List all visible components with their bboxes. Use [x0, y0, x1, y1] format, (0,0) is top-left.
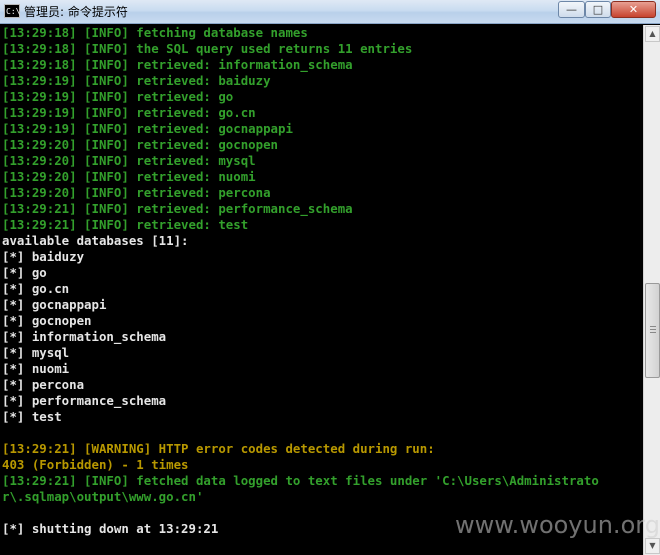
console-line: available databases [11]:: [2, 233, 189, 248]
console-line: [*] information_schema: [2, 329, 167, 344]
console-line: [*] performance_schema: [2, 393, 167, 408]
minimize-button[interactable]: —: [558, 1, 585, 18]
console-line: [*] gocnappapi: [2, 297, 107, 312]
grip-line: [650, 326, 656, 327]
vertical-scrollbar[interactable]: ▲ ▼: [643, 25, 660, 555]
console-output[interactable]: [13:29:18] [INFO] fetching database name…: [2, 25, 643, 555]
console-line: r\.sqlmap\output\www.go.cn': [2, 489, 204, 504]
console-line: [*] go: [2, 265, 47, 280]
console-line: [13:29:20] [INFO] retrieved: mysql: [2, 153, 256, 168]
console-line: [13:29:21] [INFO] retrieved: test: [2, 217, 249, 232]
console-line: [13:29:20] [INFO] retrieved: gocnopen: [2, 137, 279, 152]
console-line: [13:29:21] [WARNING] HTTP error codes de…: [2, 441, 435, 456]
close-button[interactable]: ✕: [611, 1, 656, 18]
scroll-up-arrow-icon[interactable]: ▲: [645, 26, 660, 42]
console-line: [*] percona: [2, 377, 85, 392]
cmd-icon: C:\: [4, 4, 20, 18]
console-line: [*] go.cn: [2, 281, 70, 296]
console-line: [13:29:19] [INFO] retrieved: go.cn: [2, 105, 256, 120]
scroll-thumb[interactable]: [645, 283, 660, 378]
watermark: www.wooyun.org: [455, 511, 660, 539]
console-line: 403 (Forbidden) - 1 times: [2, 457, 189, 472]
console-line: [13:29:20] [INFO] retrieved: percona: [2, 185, 271, 200]
console-line: [*] mysql: [2, 345, 70, 360]
console-line: [13:29:21] [INFO] retrieved: performance…: [2, 201, 353, 216]
window-title: 管理员: 命令提示符: [24, 5, 128, 19]
console-line: [*] test: [2, 409, 62, 424]
title-bar[interactable]: C:\ 管理员: 命令提示符 — □ ✕: [0, 0, 660, 24]
console-line: [13:29:19] [INFO] retrieved: gocnappapi: [2, 121, 293, 136]
console-line: [13:29:18] [INFO] fetching database name…: [2, 25, 308, 40]
console-line: [13:29:21] [INFO] fetched data logged to…: [2, 473, 599, 488]
console-line: [*] baiduzy: [2, 249, 85, 264]
maximize-button[interactable]: □: [585, 1, 611, 18]
scroll-down-arrow-icon[interactable]: ▼: [645, 538, 660, 554]
console-line: [13:29:20] [INFO] retrieved: nuomi: [2, 169, 256, 184]
console-line: [*] nuomi: [2, 361, 70, 376]
grip-line: [650, 332, 656, 333]
console-line: [13:29:18] [INFO] retrieved: information…: [2, 57, 353, 72]
console-line: [*] gocnopen: [2, 313, 92, 328]
console-line: [13:29:19] [INFO] retrieved: baiduzy: [2, 73, 271, 88]
console-line: [13:29:19] [INFO] retrieved: go: [2, 89, 234, 104]
grip-line: [650, 329, 656, 330]
console-line: [13:29:18] [INFO] the SQL query used ret…: [2, 41, 413, 56]
